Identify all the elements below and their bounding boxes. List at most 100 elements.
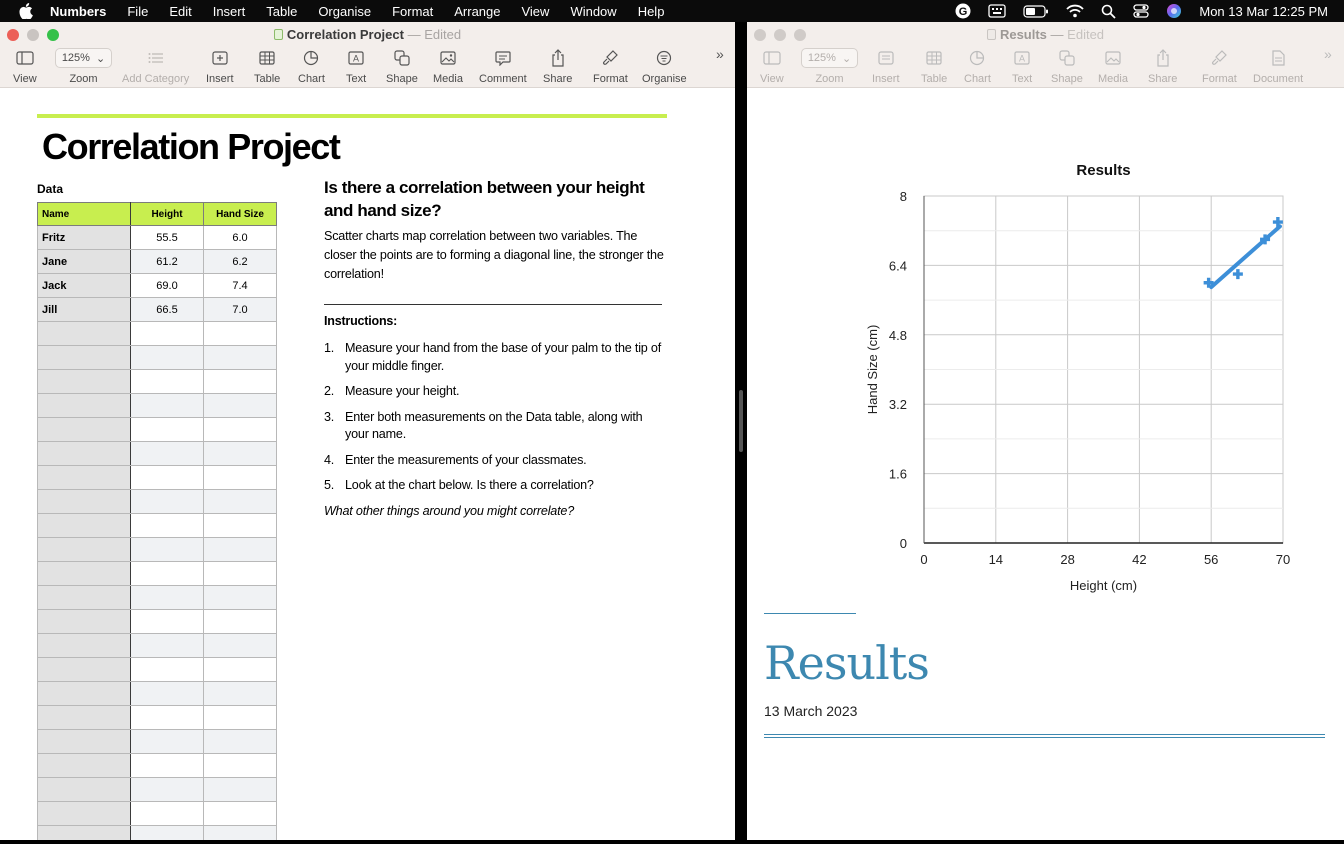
battery-icon[interactable]	[1023, 4, 1049, 18]
table-cell[interactable]	[37, 609, 131, 634]
table-cell[interactable]	[37, 513, 131, 538]
table-cell[interactable]	[37, 489, 131, 514]
closing-question[interactable]: What other things around you might corre…	[324, 504, 574, 518]
table-cell[interactable]	[203, 681, 277, 706]
split-view-divider[interactable]	[735, 22, 747, 844]
table-cell[interactable]	[37, 441, 131, 466]
list-item[interactable]: 4. Enter the measurements of your classma…	[324, 452, 664, 470]
view-button[interactable]: View	[13, 48, 37, 85]
table-cell[interactable]	[37, 417, 131, 442]
table-cell[interactable]: 66.5	[130, 297, 204, 322]
more-tools-icon[interactable]: »	[1324, 46, 1332, 62]
table-cell[interactable]	[130, 729, 204, 754]
table-cell[interactable]	[37, 801, 131, 826]
table-cell[interactable]	[203, 561, 277, 586]
table-cell[interactable]	[203, 441, 277, 466]
table-cell[interactable]	[130, 753, 204, 778]
table-cell[interactable]	[37, 777, 131, 802]
list-item[interactable]: 2. Measure your height.	[324, 383, 664, 401]
menu-file[interactable]: File	[127, 4, 148, 19]
table-cell[interactable]	[130, 513, 204, 538]
table-cell[interactable]	[130, 681, 204, 706]
text-button[interactable]: A Text	[1012, 48, 1032, 85]
media-button[interactable]: Media	[1098, 48, 1128, 85]
table-cell[interactable]	[130, 345, 204, 370]
table-cell[interactable]: Jane	[37, 249, 131, 274]
menu-help[interactable]: Help	[638, 4, 665, 19]
instructions-heading[interactable]: Instructions:	[324, 314, 397, 328]
table-cell[interactable]	[203, 777, 277, 802]
menu-organise[interactable]: Organise	[318, 4, 371, 19]
divider-handle[interactable]	[739, 390, 743, 452]
wifi-icon[interactable]	[1066, 4, 1085, 18]
table-cell[interactable]	[203, 657, 277, 682]
format-button[interactable]: Format	[593, 48, 628, 85]
grammarly-icon[interactable]: G	[955, 3, 971, 19]
document-button[interactable]: Document	[1253, 48, 1303, 85]
table-cell[interactable]	[37, 369, 131, 394]
table-cell[interactable]	[203, 393, 277, 418]
table-cell[interactable]	[130, 825, 204, 840]
share-button[interactable]: Share	[1148, 48, 1177, 85]
table-cell[interactable]	[130, 417, 204, 442]
chart-button[interactable]: Chart	[298, 48, 325, 85]
table-cell[interactable]	[203, 753, 277, 778]
data-table[interactable]: Name Height Hand Size Fritz 55.5 6.0 Jan…	[37, 202, 277, 840]
add-category-button[interactable]: Add Category	[122, 48, 189, 85]
list-item[interactable]: 1. Measure your hand from the base of you…	[324, 340, 664, 375]
question-heading[interactable]: Is there a correlation between your heig…	[324, 176, 654, 222]
table-cell[interactable]	[203, 705, 277, 730]
media-button[interactable]: Media	[433, 48, 463, 85]
menu-insert[interactable]: Insert	[213, 4, 246, 19]
table-cell[interactable]	[37, 681, 131, 706]
shape-button[interactable]: Shape	[1051, 48, 1083, 85]
table-cell[interactable]	[203, 609, 277, 634]
table-cell[interactable]	[37, 705, 131, 730]
table-cell[interactable]	[37, 585, 131, 610]
clock[interactable]: Mon 13 Mar 12:25 PM	[1199, 4, 1328, 19]
table-cell[interactable]	[37, 729, 131, 754]
table-cell[interactable]	[37, 537, 131, 562]
table-cell[interactable]: 69.0	[130, 273, 204, 298]
keyboard-icon[interactable]	[988, 4, 1007, 18]
insert-button[interactable]: Insert	[872, 48, 900, 85]
zoom-button[interactable]: 125% ⌄ Zoom	[55, 48, 112, 85]
table-cell[interactable]: 55.5	[130, 225, 204, 250]
table-cell[interactable]	[203, 417, 277, 442]
format-button[interactable]: Format	[1202, 48, 1237, 85]
insert-button[interactable]: Insert	[206, 48, 234, 85]
table-title[interactable]: Data	[37, 182, 63, 196]
table-cell[interactable]: 6.0	[203, 225, 277, 250]
table-button[interactable]: Table	[921, 48, 947, 85]
table-cell[interactable]	[130, 657, 204, 682]
control-center-icon[interactable]	[1133, 4, 1150, 18]
table-cell[interactable]: Fritz	[37, 225, 131, 250]
table-cell[interactable]	[203, 489, 277, 514]
table-cell[interactable]	[130, 609, 204, 634]
header-cell-name[interactable]: Name	[37, 202, 131, 226]
document-title[interactable]: Correlation Project	[42, 126, 341, 168]
table-cell[interactable]: 61.2	[130, 249, 204, 274]
menu-app-name[interactable]: Numbers	[50, 4, 106, 19]
table-button[interactable]: Table	[254, 48, 280, 85]
chart-button[interactable]: Chart	[964, 48, 991, 85]
table-cell[interactable]	[37, 465, 131, 490]
table-cell[interactable]	[37, 561, 131, 586]
results-heading[interactable]: Results	[764, 636, 930, 690]
search-icon[interactable]	[1101, 4, 1117, 19]
table-cell[interactable]	[130, 465, 204, 490]
table-cell[interactable]	[203, 321, 277, 346]
menu-window[interactable]: Window	[570, 4, 616, 19]
zoom-select[interactable]: 125% ⌄	[801, 48, 858, 68]
list-item[interactable]: 5. Look at the chart below. Is there a co…	[324, 477, 664, 495]
menu-table[interactable]: Table	[266, 4, 297, 19]
table-cell[interactable]	[37, 321, 131, 346]
table-cell[interactable]	[203, 369, 277, 394]
intro-paragraph[interactable]: Scatter charts map correlation between t…	[324, 227, 664, 284]
menu-view[interactable]: View	[521, 4, 549, 19]
table-cell[interactable]	[37, 753, 131, 778]
table-cell[interactable]	[130, 777, 204, 802]
shape-button[interactable]: Shape	[386, 48, 418, 85]
header-cell-height[interactable]: Height	[130, 202, 204, 226]
scatter-chart[interactable]: Results 0 14 28 42 56 70 0 1.6 3.2 4.8 6.4 8 Height (…	[747, 88, 1344, 608]
